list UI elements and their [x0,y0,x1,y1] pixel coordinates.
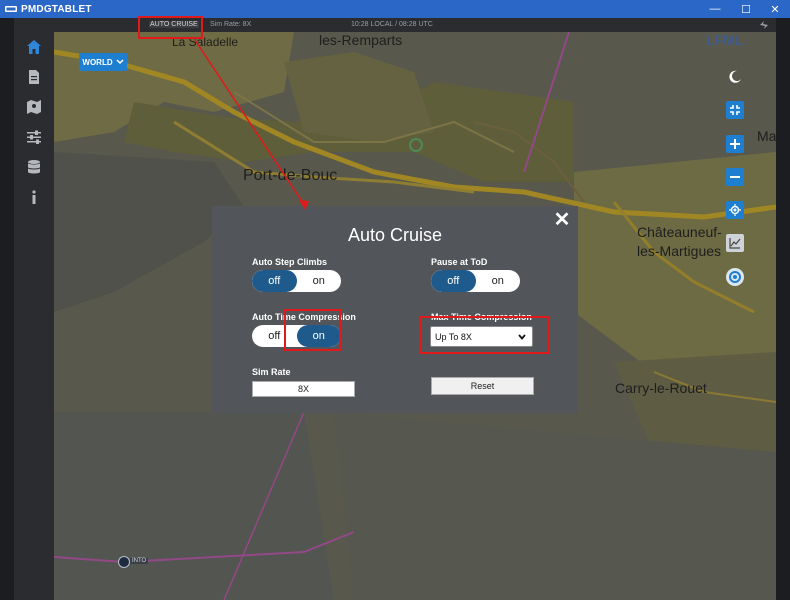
window-frame-left [0,18,14,600]
close-dialog-button[interactable]: ✕ [553,210,571,230]
toggle-on-option[interactable]: on [476,270,521,292]
moon-icon [729,70,741,83]
dialog-title: Auto Cruise [347,225,443,245]
power-icon [760,21,768,29]
pause-at-tod-toggle[interactable]: off on [431,270,520,292]
collapse-icon [730,105,740,115]
locate-icon [729,204,741,216]
sim-rate-label: Sim Rate [252,367,291,377]
map-label-ma: Ma [757,128,776,144]
clock-readout: 10:28 LOCAL / 08:28 UTC [351,21,433,28]
sim-rate-field: 8X [252,381,355,397]
maximize-button[interactable]: ☐ [731,0,761,18]
minimize-button[interactable]: — [700,0,730,18]
zoom-out-icon [730,176,740,178]
annotation-box-max-compression [419,316,549,354]
rotate-icon [729,271,741,283]
home-icon[interactable] [26,39,42,55]
document-icon[interactable] [26,69,42,85]
zoom-in-button[interactable] [726,135,744,153]
rotate-button[interactable] [726,268,744,286]
map-label-les-remparts: les-Remparts [319,32,403,48]
map-label-les-martigues: les-Martigues [637,243,722,259]
waypoint-label: INTO [130,558,149,564]
auto-step-climbs-label: Auto Step Climbs [252,257,328,267]
world-dropdown-button[interactable]: WORLD [79,53,127,71]
window-title: PMDGTABLET [21,3,92,15]
database-icon[interactable] [26,159,42,175]
waypoint-marker[interactable] [118,556,130,568]
annotation-box-auto-cruise [138,16,203,39]
toggle-off-option[interactable]: off [252,270,297,292]
window-titlebar: PMDGTABLET [0,0,790,18]
world-button-label: WORLD [82,57,113,67]
chart-icon [729,238,741,249]
locate-button[interactable] [726,201,744,219]
info-icon[interactable] [26,189,42,205]
zoom-out-button[interactable] [726,168,744,186]
sim-rate-indicator: Sim Rate: 8X [210,21,252,28]
chart-button[interactable] [726,234,744,252]
reset-button[interactable]: Reset [431,377,534,395]
airport-code-label: LFML [706,32,744,48]
close-window-button[interactable]: ✕ [760,0,790,18]
window-frame-right [776,18,790,600]
status-strip: AUTO CRUISE Sim Rate: 8X 10:28 LOCAL / 0… [14,18,776,32]
zoom-in-icon [730,139,740,149]
toggle-off-option[interactable]: off [431,270,476,292]
map-label-port-de-bouc: Port-de-Bouc [243,167,338,184]
map-label-chateauneuf: Châteauneuf- [637,224,722,240]
map-icon[interactable] [26,99,42,115]
auto-step-climbs-toggle[interactable]: off on [252,270,341,292]
sidebar [14,18,54,600]
sliders-icon[interactable] [26,129,42,145]
app-icon [5,6,17,12]
collapse-button[interactable] [726,101,744,119]
chevron-down-icon [116,59,124,65]
pause-at-tod-label: Pause at ToD [431,257,488,267]
map-label-carry-le-rouet: Carry-le-Rouet [615,380,707,396]
night-mode-button[interactable] [726,68,744,86]
toggle-on-option[interactable]: on [297,270,342,292]
annotation-box-on-toggle [284,309,341,351]
